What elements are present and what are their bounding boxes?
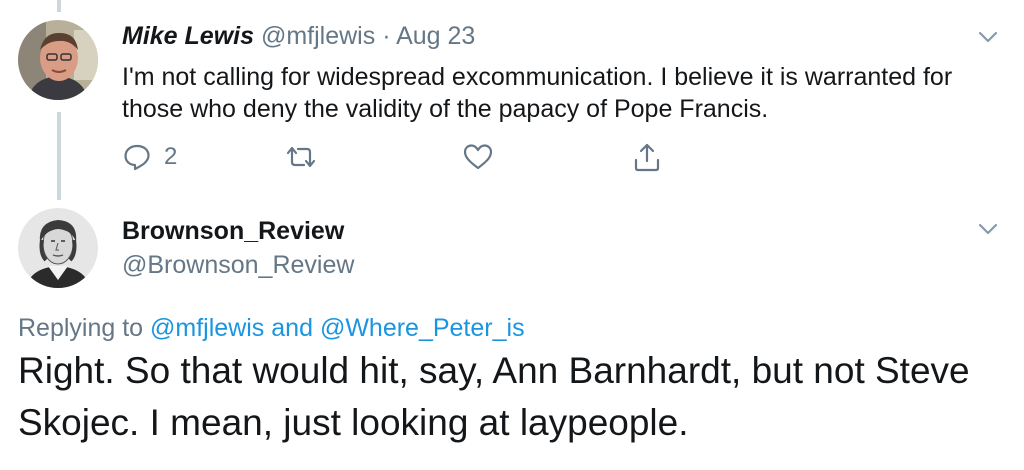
tweet-text: Right. So that would hit, say, Ann Barnh…: [18, 350, 970, 443]
chevron-down-icon[interactable]: [975, 24, 1001, 50]
replying-joiner: and: [271, 314, 313, 342]
tweet1-header: Mike Lewis @mfjlewis · Aug 23: [122, 22, 475, 51]
share-icon: [632, 141, 662, 173]
author-handle[interactable]: @mfjlewis: [261, 22, 375, 50]
tweet-date[interactable]: Aug 23: [396, 22, 475, 50]
avatar-brownson-review[interactable]: [18, 208, 98, 288]
meta-separator: ·: [382, 22, 391, 50]
author-name[interactable]: Brownson_Review: [122, 217, 344, 246]
replying-prefix: Replying to: [18, 314, 144, 342]
reply-icon: [122, 142, 152, 172]
reply-count: 2: [164, 143, 178, 170]
chevron-down-icon[interactable]: [975, 216, 1001, 242]
author-name[interactable]: Mike Lewis: [122, 22, 254, 50]
heart-icon: [462, 142, 494, 172]
retweet-button[interactable]: [284, 140, 318, 174]
reply-mention-link[interactable]: @Where_Peter_is: [320, 314, 525, 342]
thread-line-top: [57, 0, 61, 12]
share-button[interactable]: [632, 140, 662, 174]
replying-to-line: Replying to @mfjlewis and @Where_Peter_i…: [18, 314, 525, 343]
thread-line-connector: [57, 112, 61, 200]
retweet-icon: [284, 142, 318, 172]
reply-button[interactable]: 2: [122, 140, 177, 174]
like-button[interactable]: [462, 140, 494, 174]
reply-mention-link[interactable]: @mfjlewis: [150, 314, 264, 342]
author-handle[interactable]: @Brownson_Review: [122, 251, 354, 280]
tweet-text: I'm not calling for widespread excommuni…: [122, 63, 953, 123]
avatar-mike-lewis[interactable]: [18, 20, 98, 100]
